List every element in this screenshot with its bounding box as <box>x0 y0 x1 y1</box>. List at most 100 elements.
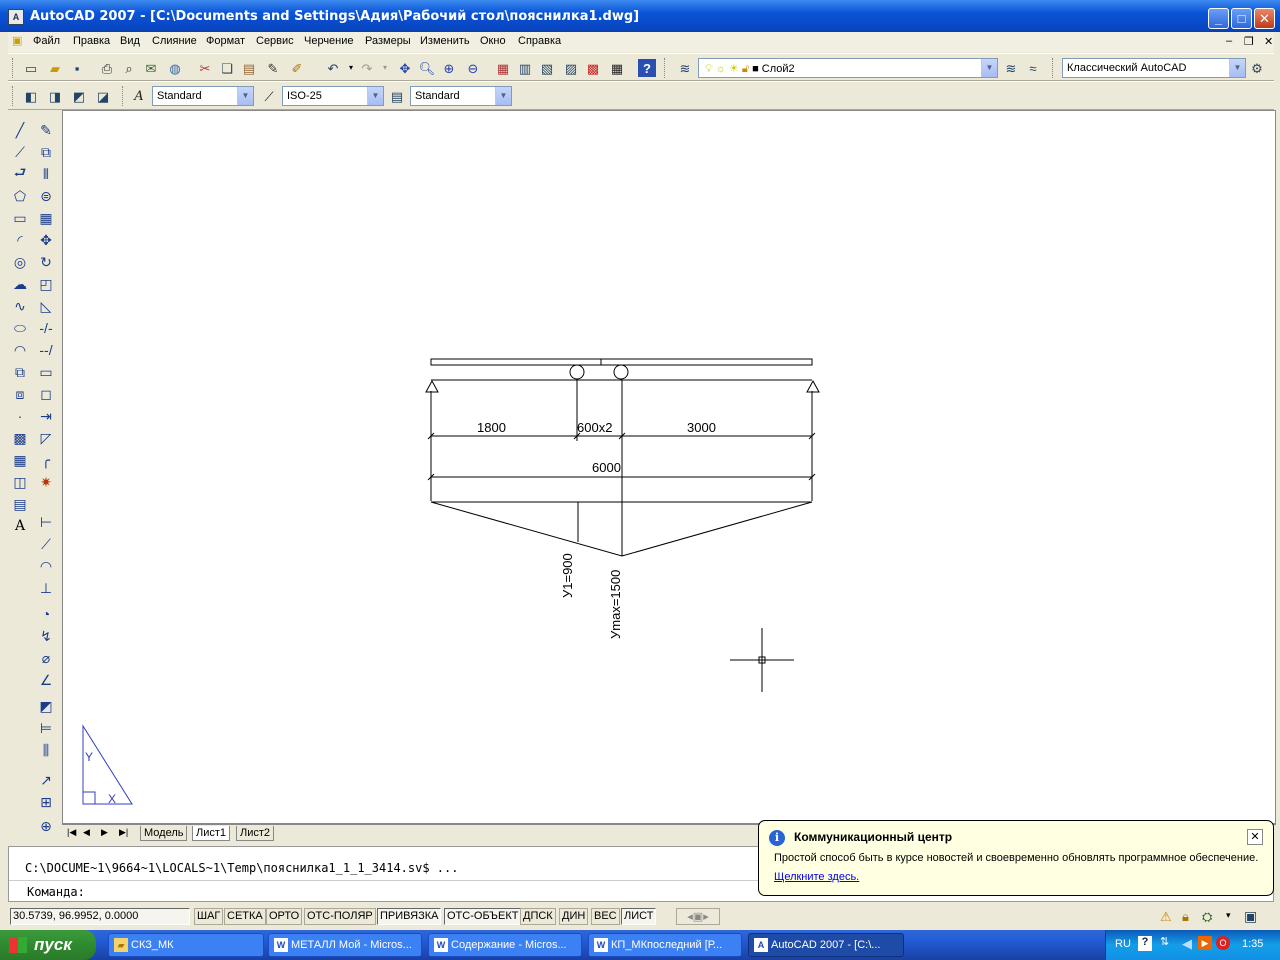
break-at-point-icon[interactable]: ▭ <box>36 362 56 382</box>
properties-icon[interactable]: ▦ <box>494 59 512 77</box>
balloon-link[interactable]: Щелкните здесь. <box>774 871 859 883</box>
document-icon[interactable]: ▣ <box>12 34 22 47</box>
web-icon[interactable]: ◍ <box>166 59 184 77</box>
point-icon[interactable]: · <box>10 406 30 426</box>
angular-dim-icon[interactable]: ∠ <box>36 670 56 690</box>
polygon-icon[interactable]: ⬠ <box>10 186 30 206</box>
draworder-under-icon[interactable]: ◪ <box>94 87 112 105</box>
draworder-front-icon[interactable]: ◧ <box>22 87 40 105</box>
baseline-dim-icon[interactable]: ⊨ <box>36 718 56 738</box>
insert-block-icon[interactable]: ⧉ <box>10 362 30 382</box>
ortho-button[interactable]: ОРТО <box>266 908 303 925</box>
polyline-icon[interactable]: ⮐ <box>10 164 30 184</box>
make-block-icon[interactable]: ⧈ <box>10 384 30 404</box>
opera-icon[interactable]: O <box>1216 936 1230 950</box>
zoom-previous-icon[interactable]: ⊖ <box>464 59 482 77</box>
layer-combo[interactable]: 💡︎ ☼ ☀ 🔓︎ ■ Слой2 ▼ <box>698 58 998 78</box>
draworder-above-icon[interactable]: ◩ <box>70 87 88 105</box>
menu-draw[interactable]: Черчение <box>304 35 354 47</box>
gradient-icon[interactable]: ▦ <box>10 450 30 470</box>
jogged-dim-icon[interactable]: ↯ <box>36 626 56 646</box>
doc-restore-icon[interactable]: ❐ <box>1244 35 1254 48</box>
help-tray-icon[interactable]: ? <box>1138 936 1152 951</box>
tool-palettes-icon[interactable]: ▧ <box>538 59 556 77</box>
leader-icon[interactable]: ↗ <box>36 770 56 790</box>
tab-sheet1[interactable]: Лист1 <box>192 826 231 841</box>
redo-icon[interactable]: ↷ <box>358 59 376 77</box>
erase-icon[interactable]: ✎ <box>36 120 56 140</box>
menu-tools[interactable]: Сервис <box>256 35 294 47</box>
viewport-maximize-icon[interactable]: ◂▣▸ <box>676 908 720 925</box>
prev-tab-icon[interactable]: ◀ <box>80 826 93 841</box>
paper-button[interactable]: ЛИСТ <box>621 908 657 925</box>
offset-icon[interactable]: ⊜ <box>36 186 56 206</box>
paste-icon[interactable]: ▤ <box>240 59 258 77</box>
pan-icon[interactable]: ✥ <box>396 59 414 77</box>
task-autocad[interactable]: A AutoCAD 2007 - [C:\... <box>748 933 904 957</box>
trim-icon[interactable]: -/- <box>36 318 56 338</box>
quick-dim-icon[interactable]: ◩ <box>36 696 56 716</box>
cut-icon[interactable]: ✂ <box>196 59 214 77</box>
multiline-text-icon[interactable]: A <box>10 516 30 536</box>
stretch-icon[interactable]: ◺ <box>36 296 56 316</box>
chevron-down-icon[interactable]: ▼ <box>981 59 997 77</box>
menu-view[interactable]: Вид <box>120 35 140 47</box>
construction-line-icon[interactable]: ⟋ <box>10 142 30 162</box>
join-icon[interactable]: ⇥ <box>36 406 56 426</box>
task-word-1[interactable]: W МЕТАЛЛ Мой - Micros... <box>268 933 422 957</box>
arc-icon[interactable]: ◜ <box>10 230 30 250</box>
otrack-button[interactable]: ОТС-ОБЪЕКТ <box>444 908 522 925</box>
table-style-icon[interactable]: ▤ <box>388 87 406 105</box>
zoom-realtime-icon[interactable]: 🔍︎ <box>418 59 436 77</box>
match-properties-icon[interactable]: ✎ <box>264 59 282 77</box>
redo-dropdown-icon[interactable]: ▾ <box>376 59 394 77</box>
chamfer-icon[interactable]: ◸ <box>36 428 56 448</box>
move-icon[interactable]: ✥ <box>36 230 56 250</box>
task-word-2[interactable]: W Содержание - Micros... <box>428 933 582 957</box>
copy-icon[interactable]: ❏ <box>218 59 236 77</box>
clean-screen-icon[interactable]: ▣ <box>1244 908 1257 925</box>
lwt-button[interactable]: ВЕС <box>591 908 620 925</box>
coordinates-display[interactable]: 30.5739, 96.9952, 0.0000 <box>10 908 190 925</box>
aligned-dim-icon[interactable]: ⟋ <box>36 534 56 554</box>
osnap-button[interactable]: ПРИВЯЗКА <box>377 908 442 925</box>
close-button[interactable]: ✕ <box>1254 8 1275 29</box>
table-icon[interactable]: ▤ <box>10 494 30 514</box>
last-tab-icon[interactable]: ▶| <box>116 826 131 841</box>
command-prompt[interactable]: Команда: <box>27 885 85 899</box>
close-icon[interactable]: ✕ <box>1247 829 1263 845</box>
snap-button[interactable]: ШАГ <box>194 908 224 925</box>
line-icon[interactable]: ╱ <box>10 120 30 140</box>
design-center-icon[interactable]: ▥ <box>516 59 534 77</box>
task-word-3[interactable]: W КП_МКпоследний [Р... <box>588 933 742 957</box>
chevron-down-icon[interactable]: ▼ <box>495 87 511 105</box>
lock-icon[interactable]: 🔒︎ <box>1182 909 1189 925</box>
fillet-icon[interactable]: ╭ <box>36 450 56 470</box>
dim-style-icon[interactable]: ⟋ <box>260 87 278 105</box>
menu-dimension[interactable]: Размеры <box>365 35 411 47</box>
tab-model[interactable]: Модель <box>140 826 188 841</box>
next-tab-icon[interactable]: ▶ <box>98 826 111 841</box>
language-indicator[interactable]: RU <box>1115 938 1131 950</box>
block-editor-icon[interactable]: ✐ <box>288 59 306 77</box>
tray-arrow-icon[interactable]: ◀ <box>1182 936 1192 952</box>
rectangle-icon[interactable]: ▭ <box>10 208 30 228</box>
menu-format[interactable]: Формат <box>206 35 245 47</box>
help-icon[interactable]: ? <box>638 59 656 77</box>
doc-close-icon[interactable]: ✕ <box>1264 35 1273 48</box>
media-player-icon[interactable]: ▶ <box>1198 936 1212 950</box>
doc-minimize-icon[interactable]: – <box>1226 35 1232 47</box>
ducs-button[interactable]: ДПСК <box>520 908 556 925</box>
markup-icon[interactable]: ▩ <box>584 59 602 77</box>
status-menu-icon[interactable]: ▾ <box>1226 910 1231 921</box>
ellipse-icon[interactable]: ⬭ <box>10 318 30 338</box>
drawing-area[interactable]: 1800 600x2 3000 6000 У1=900 Уmax=1500 Y … <box>62 110 1276 824</box>
new-icon[interactable]: ▭ <box>22 59 40 77</box>
make-layer-current-icon[interactable]: ≋ <box>1002 59 1020 77</box>
region-icon[interactable]: ◫ <box>10 472 30 492</box>
zoom-window-icon[interactable]: ⊕ <box>440 59 458 77</box>
tray-settings-icon[interactable]: ⛭ <box>1202 909 1212 925</box>
extend-icon[interactable]: --/ <box>36 340 56 360</box>
open-icon[interactable]: ▰ <box>46 59 64 77</box>
circle-icon[interactable]: ◎ <box>10 252 30 272</box>
